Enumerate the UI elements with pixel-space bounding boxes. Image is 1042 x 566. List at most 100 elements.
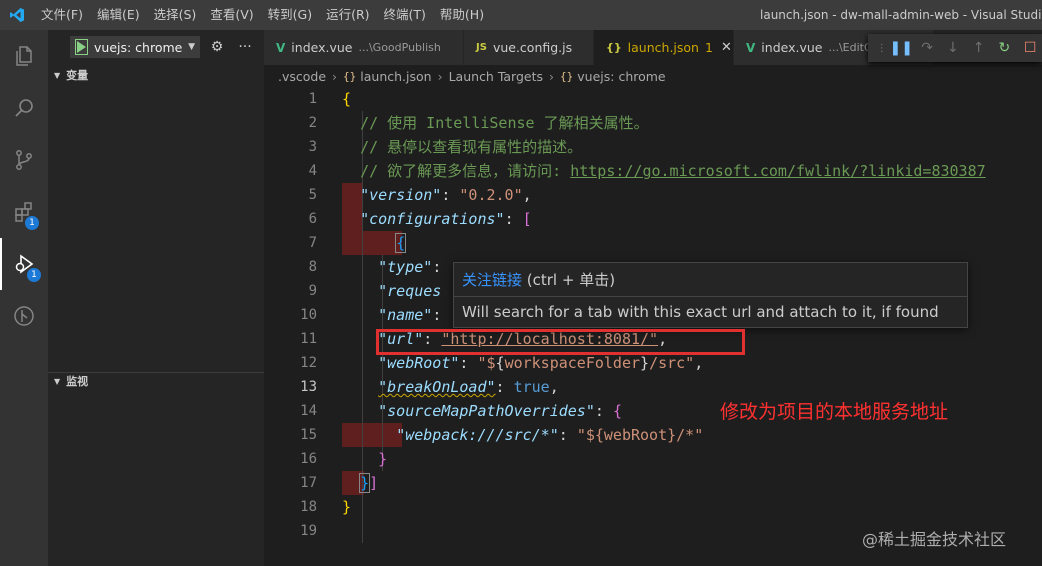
json-file-icon: {}	[343, 69, 357, 83]
tab-vue-config-js[interactable]: JS vue.config.js	[464, 30, 594, 65]
code-line-2: // 使用 IntelliSense 了解相关属性。	[342, 111, 1042, 135]
vue-file-icon: V	[276, 40, 286, 55]
tab-label: vue.config.js	[492, 40, 573, 55]
code-line-18: }	[342, 498, 352, 516]
line-number: 3	[308, 139, 317, 155]
chevron-down-icon: ▼	[54, 70, 61, 80]
watch-title: 监视	[66, 375, 89, 388]
debug-badge: 1	[27, 268, 41, 282]
json-key: "name"	[378, 306, 433, 324]
menu-help[interactable]: 帮助(H)	[433, 0, 491, 30]
stop-icon[interactable]: ☐	[1018, 37, 1042, 59]
annotation-note: 修改为项目的本地服务地址	[720, 401, 949, 423]
variables-title: 变量	[66, 69, 89, 82]
window-title: launch.json - dw-mall-admin-web - Visual…	[760, 8, 1042, 22]
menu-run[interactable]: 运行(R)	[319, 0, 376, 30]
breadcrumb-file[interactable]: launch.json	[360, 69, 431, 84]
hover-description: Will search for a tab with this exact ur…	[462, 303, 939, 321]
title-bar: 文件(F) 编辑(E) 选择(S) 查看(V) 转到(G) 运行(R) 终端(T…	[0, 0, 1042, 30]
breadcrumb-item[interactable]: vuejs: chrome	[577, 69, 665, 84]
vue-file-icon: V	[746, 40, 756, 55]
problem-count: 1	[704, 40, 713, 55]
menu-terminal[interactable]: 终端(T)	[377, 0, 433, 30]
files-icon	[16, 46, 32, 66]
comment: // 使用 IntelliSense 了解相关属性。	[360, 114, 649, 132]
pause-icon[interactable]: ❚❚	[889, 37, 913, 59]
hover-tooltip: 关注链接 (ctrl + 单击) Will search for a tab w…	[453, 262, 968, 328]
comment: // 悬停以查看现有属性的描述。	[360, 138, 583, 156]
code-line-6: "configurations": [	[360, 210, 532, 228]
close-icon[interactable]: ✕	[721, 40, 732, 55]
start-debugging-icon[interactable]	[75, 39, 88, 55]
json-key: "webRoot"	[378, 354, 460, 372]
line-number: 1	[308, 91, 317, 107]
explorer-button[interactable]	[0, 30, 48, 82]
search-button[interactable]	[0, 82, 48, 134]
line-number: 10	[300, 307, 317, 323]
comment-link[interactable]: https://go.microsoft.com/fwlink/?linkid=…	[570, 162, 985, 180]
run-debug-button[interactable]: 1	[0, 238, 48, 290]
chevron-right-icon: ›	[332, 68, 338, 84]
more-icon[interactable]: ···	[234, 36, 256, 58]
json-key: "configurations"	[360, 210, 505, 228]
code-line-15: "webpack:///src/*": "${webRoot}/*"	[396, 426, 704, 444]
menu-file[interactable]: 文件(F)	[34, 0, 90, 30]
code-line-5: "version": "0.2.0",	[360, 186, 532, 204]
remote-button[interactable]	[0, 290, 48, 342]
tab-description: ...\GoodPublish	[358, 41, 441, 54]
json-key: "reques	[378, 282, 442, 300]
hover-shortcut: (ctrl + 单击)	[522, 271, 616, 289]
line-number: 17	[300, 475, 317, 491]
step-out-icon[interactable]: ↑	[967, 37, 991, 59]
restart-icon[interactable]: ↻	[992, 37, 1016, 59]
menu-selection[interactable]: 选择(S)	[147, 0, 204, 30]
line-number: 4	[308, 163, 317, 179]
watermark: @稀土掘金技术社区	[862, 530, 1007, 549]
tab-label: index.vue	[291, 40, 353, 55]
line-number: 6	[308, 211, 317, 227]
step-into-icon[interactable]: ↓	[941, 37, 965, 59]
follow-link[interactable]: 关注链接	[462, 271, 522, 289]
variables-section-header[interactable]: ▼ 变量	[48, 64, 264, 86]
json-value: /src"	[649, 354, 695, 372]
debug-sidebar: vuejs: chrome ▼ ⚙ ··· ▼ 变量 ▼ 监视	[48, 30, 264, 566]
menu-edit[interactable]: 编辑(E)	[90, 0, 147, 30]
launch-config-select[interactable]: vuejs: chrome ▼	[70, 36, 200, 58]
json-value: "0.2.0"	[459, 186, 523, 204]
extensions-button[interactable]: 1	[0, 186, 48, 238]
json-value: workspaceFolder	[504, 354, 641, 372]
search-icon	[15, 99, 33, 117]
code-line-13: "breakOnLoad": true,	[378, 378, 559, 396]
line-number-gutter: 1 2 3 4 5 6 7 8 9 10 11 12 13 14 15 16 1…	[264, 87, 322, 543]
vscode-logo-icon[interactable]	[0, 0, 34, 30]
vscode-window: 文件(F) 编辑(E) 选择(S) 查看(V) 转到(G) 运行(R) 终端(T…	[0, 0, 1042, 566]
line-number: 8	[308, 259, 317, 275]
json-key: "sourceMapPathOverrides"	[378, 402, 595, 420]
line-number: 5	[308, 187, 317, 203]
menu-view[interactable]: 查看(V)	[203, 0, 260, 30]
line-number: 2	[308, 115, 317, 131]
hover-link-row: 关注链接 (ctrl + 单击)	[454, 263, 967, 297]
line-number-current: 13	[300, 379, 317, 395]
source-control-button[interactable]	[0, 134, 48, 186]
json-key: "breakOnLoad"	[378, 378, 496, 396]
gear-icon[interactable]: ⚙	[206, 36, 228, 58]
json-object-icon: {}	[560, 69, 574, 83]
json-value: true	[513, 378, 550, 396]
json-value: "${webRoot}/*"	[576, 426, 704, 444]
json-key: "version"	[360, 186, 442, 204]
code-line-3: // 悬停以查看现有属性的描述。	[342, 135, 1042, 159]
tab-launch-json[interactable]: {} launch.json 1 ✕	[594, 30, 734, 65]
tab-index-vue-goodpublish[interactable]: V index.vue ...\GoodPublish	[264, 30, 464, 65]
watch-section-header[interactable]: ▼ 监视	[48, 370, 264, 392]
step-over-icon[interactable]: ↷	[915, 37, 939, 59]
drag-handle-icon[interactable]: ⋮	[876, 37, 887, 59]
source-control-icon	[16, 150, 32, 170]
breadcrumb-section[interactable]: Launch Targets	[449, 69, 543, 84]
activity-bar: 1 1	[0, 30, 48, 566]
chevron-down-icon: ▼	[54, 376, 61, 386]
breadcrumb-folder[interactable]: .vscode	[278, 69, 326, 84]
code-line-1: {	[342, 87, 1042, 111]
json-file-icon: {}	[606, 41, 622, 54]
menu-go[interactable]: 转到(G)	[261, 0, 319, 30]
